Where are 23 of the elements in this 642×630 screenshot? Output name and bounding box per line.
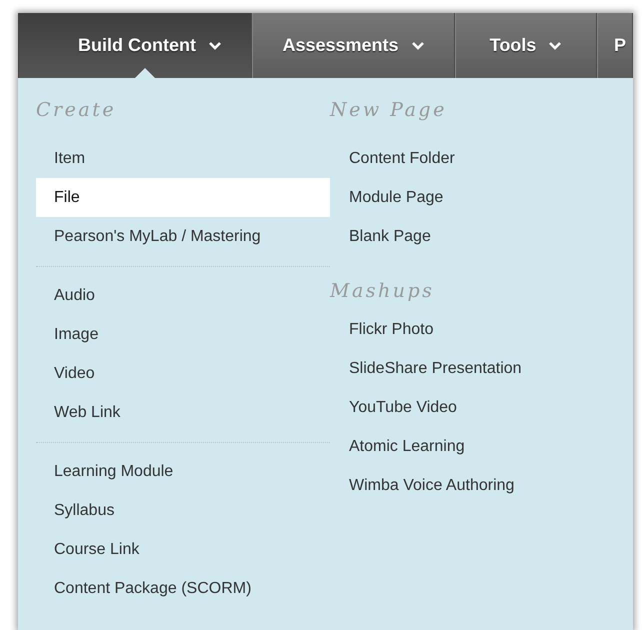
menu-item[interactable]: SlideShare Presentation	[330, 349, 610, 388]
menu-item[interactable]: Flickr Photo	[330, 310, 610, 349]
menu-item[interactable]: Learning Module	[36, 452, 330, 491]
menu-item[interactable]: Item	[36, 139, 330, 178]
section-heading: Create	[36, 98, 116, 123]
menu-item[interactable]: File	[36, 178, 330, 217]
nav-tab[interactable]: Build Content	[18, 13, 252, 78]
menu-item[interactable]: Image	[36, 315, 330, 354]
menu-item[interactable]: Wimba Voice Authoring	[330, 466, 610, 505]
section-heading: Mashups	[330, 279, 434, 304]
menu-item[interactable]: Atomic Learning	[330, 427, 610, 466]
menu-item[interactable]: Audio	[36, 276, 330, 315]
menu-item[interactable]: Blank Page	[330, 217, 610, 256]
menu-item[interactable]: Content Package (SCORM)	[36, 569, 330, 608]
menu-item[interactable]: YouTube Video	[330, 388, 610, 427]
menu-item[interactable]: Pearson's MyLab / Mastering	[36, 217, 330, 256]
menu-item[interactable]: Web Link	[36, 393, 330, 432]
menu-item[interactable]: Syllabus	[36, 491, 330, 530]
menu-item[interactable]: Content Folder	[330, 139, 610, 178]
menu-item[interactable]: Course Link	[36, 530, 330, 569]
section-heading: New Page	[330, 98, 447, 123]
menu-item[interactable]: Video	[36, 354, 330, 393]
menu-item[interactable]: Module Page	[330, 178, 610, 217]
